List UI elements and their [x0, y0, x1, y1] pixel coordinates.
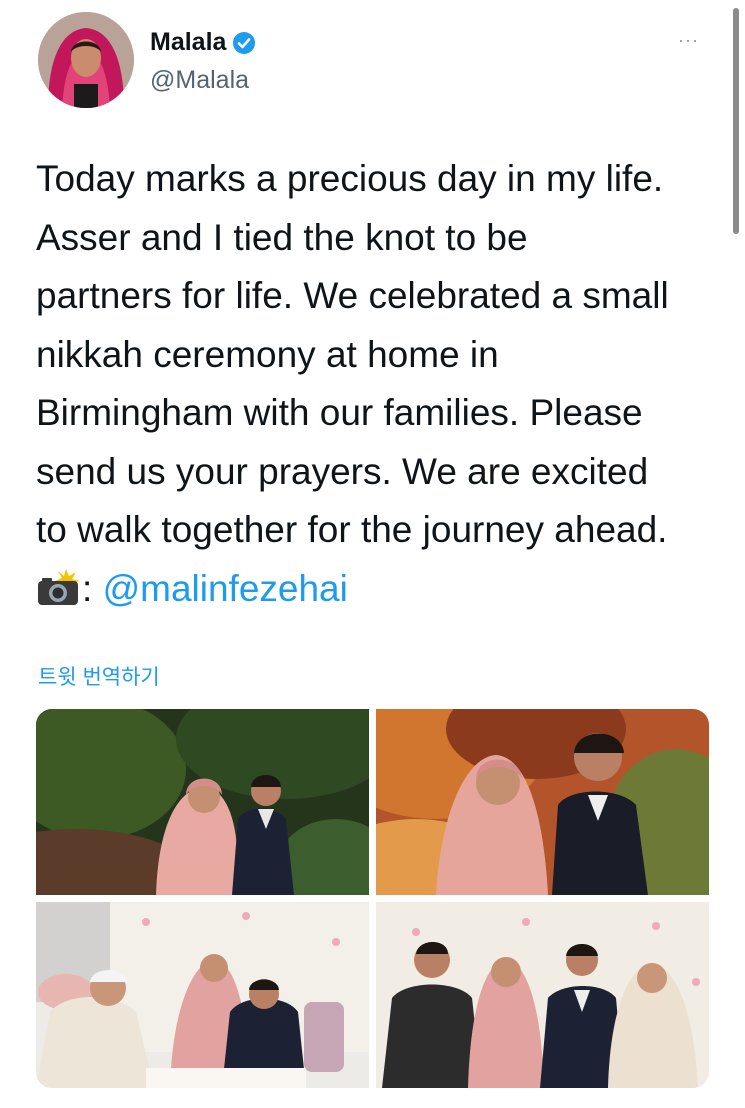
tweet-text-line: Asser and I tied the knot to be [36, 216, 528, 258]
author-name[interactable]: Malala [150, 28, 226, 57]
translate-tweet-link[interactable]: 트윗 번역하기 [38, 661, 160, 691]
tweet-photo-3[interactable] [36, 902, 369, 1088]
tweet-text-line: to walk together for the journey ahead. [36, 509, 668, 550]
more-options-icon[interactable]: ··· [678, 30, 699, 51]
photo-image [376, 709, 709, 895]
avatar-image [38, 12, 134, 108]
scrollbar[interactable] [733, 8, 739, 234]
photo-credit-separator: : [82, 567, 93, 609]
author-avatar[interactable] [38, 12, 134, 108]
photo-image [376, 902, 709, 1088]
camera-flash-icon [38, 568, 80, 605]
tweet-photo-4[interactable] [376, 902, 709, 1088]
photo-image [36, 902, 369, 1088]
tweet-text-line: partners for life. We celebrated a small [36, 275, 669, 316]
tweet-text-line: send us your prayers. We are excited [36, 450, 649, 492]
photo-credit-line: : @malinfezehai [36, 560, 726, 619]
tweet-text-line: nikkah ceremony at home in [36, 333, 499, 375]
photo-image [36, 709, 369, 895]
author-handle[interactable]: @Malala [150, 66, 249, 95]
tweet-text-line: Today marks a precious day in my life. [36, 158, 664, 199]
author-name-row[interactable]: Malala [150, 28, 256, 57]
tweet-photo-1[interactable] [36, 709, 369, 895]
photographer-mention-link[interactable]: @malinfezehai [103, 568, 348, 609]
tweet-text: Today marks a precious day in my life. A… [36, 150, 726, 618]
tweet-text-line: Birmingham with our families. Please [36, 392, 643, 433]
verified-badge-icon [233, 31, 256, 54]
tweet-photo-2[interactable] [376, 709, 709, 895]
